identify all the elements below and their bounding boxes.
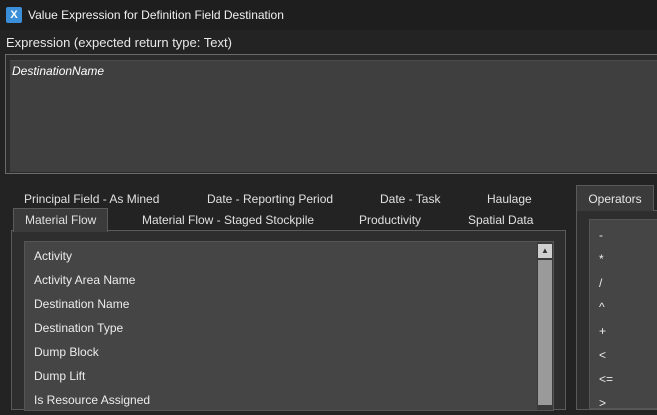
expression-app-icon: X xyxy=(6,7,22,23)
operator-item[interactable]: <= xyxy=(599,367,613,391)
list-item[interactable]: Activity xyxy=(34,244,72,268)
operator-item[interactable]: - xyxy=(599,223,603,247)
operator-item[interactable]: + xyxy=(599,319,606,343)
list-item[interactable]: Dump Block xyxy=(34,340,99,364)
list-item[interactable]: Destination Name xyxy=(34,292,129,316)
expression-text[interactable]: DestinationName xyxy=(12,64,104,78)
operator-item[interactable]: < xyxy=(599,343,606,367)
field-list[interactable]: Activity Activity Area Name Destination … xyxy=(24,241,554,411)
operator-item[interactable]: > xyxy=(599,391,606,415)
tab-spatial-data[interactable]: Spatial Data xyxy=(468,209,533,231)
expression-label: Expression (expected return type: Text) xyxy=(6,35,232,50)
list-item[interactable]: Activity Area Name xyxy=(34,268,135,292)
expression-editor[interactable]: DestinationName xyxy=(10,60,657,172)
tab-haulage[interactable]: Haulage xyxy=(487,188,532,210)
operator-list[interactable]: - * / ^ + < <= > xyxy=(589,219,657,410)
scroll-up-arrow-icon[interactable]: ▲ xyxy=(538,244,552,258)
tab-date-reporting-period[interactable]: Date - Reporting Period xyxy=(207,188,333,210)
scrollbar-thumb[interactable] xyxy=(538,260,552,405)
list-item[interactable]: Is Resource Assigned xyxy=(34,388,150,412)
window-title: Value Expression for Definition Field De… xyxy=(28,8,284,22)
list-item[interactable]: Destination Type xyxy=(34,316,123,340)
operator-item[interactable]: * xyxy=(599,247,604,271)
operator-item[interactable]: ^ xyxy=(599,295,605,319)
operator-item[interactable]: / xyxy=(599,271,602,295)
tab-productivity[interactable]: Productivity xyxy=(359,209,421,231)
tab-material-flow-staged-stockpile[interactable]: Material Flow - Staged Stockpile xyxy=(142,209,314,231)
list-item[interactable]: Dump Lift xyxy=(34,364,85,388)
title-bar: X Value Expression for Definition Field … xyxy=(0,0,657,30)
tab-material-flow[interactable]: Material Flow xyxy=(13,208,109,232)
tab-date-task[interactable]: Date - Task xyxy=(380,188,440,210)
tab-operators[interactable]: Operators xyxy=(576,185,654,211)
tab-principal-field-as-mined[interactable]: Principal Field - As Mined xyxy=(24,188,159,210)
